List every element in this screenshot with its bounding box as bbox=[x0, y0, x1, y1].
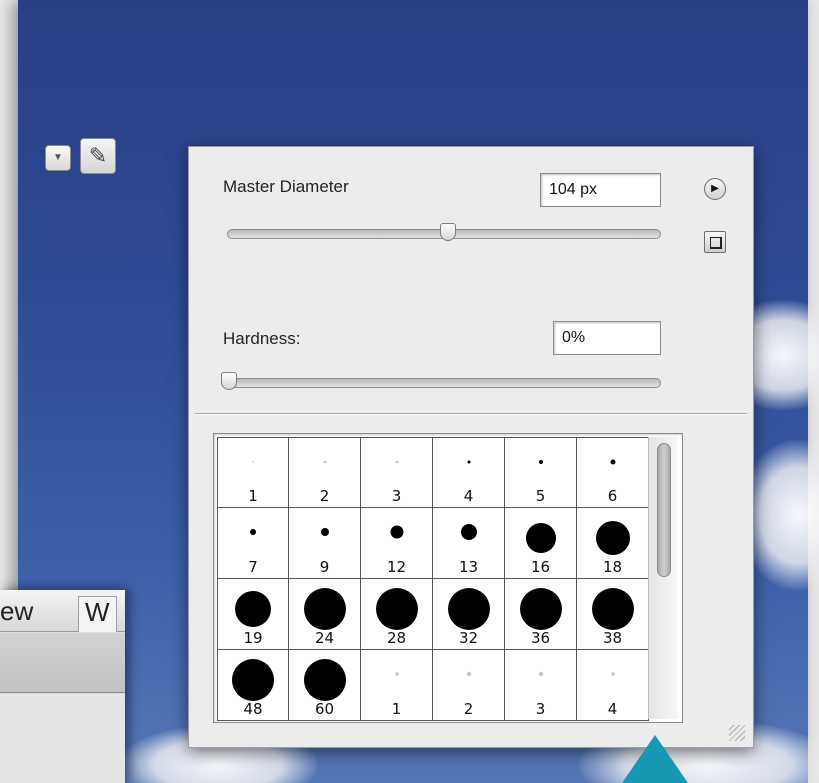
background-app-window: ew W bbox=[0, 590, 125, 783]
menu-item-view[interactable]: ew bbox=[0, 596, 33, 627]
hardness-slider-track[interactable] bbox=[221, 378, 661, 388]
brush-tip-preview bbox=[538, 460, 543, 464]
brush-size-label: 2 bbox=[319, 487, 330, 505]
brush-tip-preview bbox=[250, 529, 256, 535]
brush-size-label: 3 bbox=[535, 700, 546, 718]
brush-size-label: 5 bbox=[535, 487, 546, 505]
brush-preset-cell[interactable]: 19 bbox=[217, 579, 289, 650]
brush-size-label: 36 bbox=[530, 629, 551, 647]
brush-tip-preview bbox=[595, 521, 630, 555]
brush-tip-preview bbox=[395, 460, 398, 464]
hardness-slider-thumb[interactable] bbox=[221, 372, 237, 390]
brush-size-label: 60 bbox=[314, 700, 335, 718]
brush-size-label: 4 bbox=[463, 487, 474, 505]
menu-bar: ew W bbox=[0, 590, 125, 632]
brush-tip-preview bbox=[525, 523, 556, 553]
brush-size-label: 6 bbox=[607, 487, 618, 505]
brush-preset-cell[interactable]: 38 bbox=[577, 579, 649, 650]
brush-tip-preview bbox=[303, 588, 346, 630]
brush-preset-cell[interactable]: 1 bbox=[217, 437, 289, 508]
brush-tip-preview bbox=[591, 588, 634, 630]
divider bbox=[195, 413, 747, 415]
hardness-label: Hardness: bbox=[223, 329, 301, 348]
brush-tip-preview bbox=[232, 659, 274, 701]
brush-preset-panel: Master Diameter 104 px ▶ Hardness: 0% 12… bbox=[188, 146, 754, 748]
options-toolbar bbox=[0, 633, 125, 693]
brush-tip-preview bbox=[375, 588, 418, 630]
preset-scrollbar-thumb[interactable] bbox=[657, 443, 671, 577]
brush-size-label: 48 bbox=[243, 700, 263, 718]
brush-tip-preview bbox=[235, 591, 271, 627]
brush-preset-cell[interactable]: 3 bbox=[505, 650, 577, 721]
brush-tip-preview bbox=[610, 459, 615, 465]
brush-tool-icon[interactable]: ✎ bbox=[80, 138, 116, 174]
brush-size-label: 24 bbox=[314, 629, 335, 647]
brush-preset-cell[interactable]: 16 bbox=[505, 508, 577, 579]
brush-size-label: 2 bbox=[463, 700, 474, 718]
brush-tip-preview bbox=[538, 671, 543, 677]
brush-preset-cell[interactable]: 12 bbox=[361, 508, 433, 579]
callout-pointer-triangle bbox=[622, 735, 688, 783]
brush-preset-cell[interactable]: 6 bbox=[577, 437, 649, 508]
brush-size-label: 18 bbox=[602, 558, 623, 576]
brush-tip-preview bbox=[519, 588, 562, 630]
brush-size-label: 16 bbox=[530, 558, 551, 576]
brush-size-label: 28 bbox=[386, 629, 407, 647]
brush-preset-cell[interactable]: 1 bbox=[361, 650, 433, 721]
brush-tip-preview bbox=[467, 460, 470, 464]
brush-preset-cell[interactable]: 60 bbox=[289, 650, 361, 721]
brush-size-label: 7 bbox=[248, 558, 258, 576]
brush-tip-preview bbox=[460, 524, 477, 540]
brush-size-label: 4 bbox=[607, 700, 618, 718]
brush-preset-cell[interactable]: 2 bbox=[433, 650, 505, 721]
brush-preset-grid: 1 2 3 4 5 6 7 9 12 13 16 18 19 24 28 32 36 38 48 60 1 2 3 4 bbox=[217, 437, 649, 721]
brush-size-label: 38 bbox=[602, 629, 623, 647]
brush-preset-cell[interactable]: 2 bbox=[289, 437, 361, 508]
new-preset-button[interactable] bbox=[704, 231, 726, 253]
brush-size-label: 32 bbox=[458, 629, 479, 647]
menu-item-window[interactable]: W bbox=[78, 596, 117, 632]
brush-preset-cell[interactable]: 18 bbox=[577, 508, 649, 579]
brush-size-label: 1 bbox=[391, 700, 402, 718]
brush-preset-cell[interactable]: 7 bbox=[217, 508, 289, 579]
brush-size-label: 9 bbox=[319, 558, 330, 576]
master-diameter-slider-thumb[interactable] bbox=[440, 223, 457, 241]
chevron-down-icon[interactable]: ▼ bbox=[45, 145, 71, 171]
brush-preset-cell[interactable]: 5 bbox=[505, 437, 577, 508]
brush-tip-preview bbox=[390, 525, 403, 539]
brush-size-label: 19 bbox=[243, 629, 263, 647]
brush-tip-preview bbox=[320, 528, 329, 536]
brush-size-label: 3 bbox=[391, 487, 402, 505]
preset-scrollbar[interactable] bbox=[648, 437, 678, 719]
brush-preset-cell[interactable]: 48 bbox=[217, 650, 289, 721]
brush-size-label: 12 bbox=[386, 558, 407, 576]
master-diameter-field[interactable]: 104 px bbox=[540, 173, 661, 207]
triangle-right-icon: ▶ bbox=[711, 183, 719, 194]
brush-tip-preview bbox=[303, 659, 346, 701]
brush-tip-preview bbox=[466, 671, 471, 677]
brush-tip-preview bbox=[447, 588, 490, 630]
hardness-field[interactable]: 0% bbox=[553, 321, 661, 355]
brush-preset-cell[interactable]: 4 bbox=[577, 650, 649, 721]
brush-size-label: 13 bbox=[458, 558, 479, 576]
brush-preset-list: 1 2 3 4 5 6 7 9 12 13 16 18 19 24 28 32 36 38 48 60 1 2 3 4 bbox=[213, 433, 683, 723]
brush-preset-cell[interactable]: 9 bbox=[289, 508, 361, 579]
brush-tip-preview bbox=[394, 672, 399, 676]
brush-preset-cell[interactable]: 13 bbox=[433, 508, 505, 579]
panel-menu-button[interactable]: ▶ bbox=[704, 178, 726, 200]
brush-preset-cell[interactable]: 32 bbox=[433, 579, 505, 650]
brush-size-label: 1 bbox=[248, 487, 258, 505]
tool-row bbox=[0, 694, 125, 783]
master-diameter-label: Master Diameter bbox=[223, 177, 349, 196]
brush-preset-cell[interactable]: 36 bbox=[505, 579, 577, 650]
resize-grip-icon[interactable] bbox=[729, 725, 745, 741]
brush-preset-cell[interactable]: 3 bbox=[361, 437, 433, 508]
brush-preset-cell[interactable]: 24 bbox=[289, 579, 361, 650]
brush-tip-preview bbox=[252, 461, 254, 463]
brush-tip-preview bbox=[323, 460, 326, 464]
brush-preset-cell[interactable]: 28 bbox=[361, 579, 433, 650]
brush-preset-cell[interactable]: 4 bbox=[433, 437, 505, 508]
brush-tip-preview bbox=[610, 672, 615, 676]
